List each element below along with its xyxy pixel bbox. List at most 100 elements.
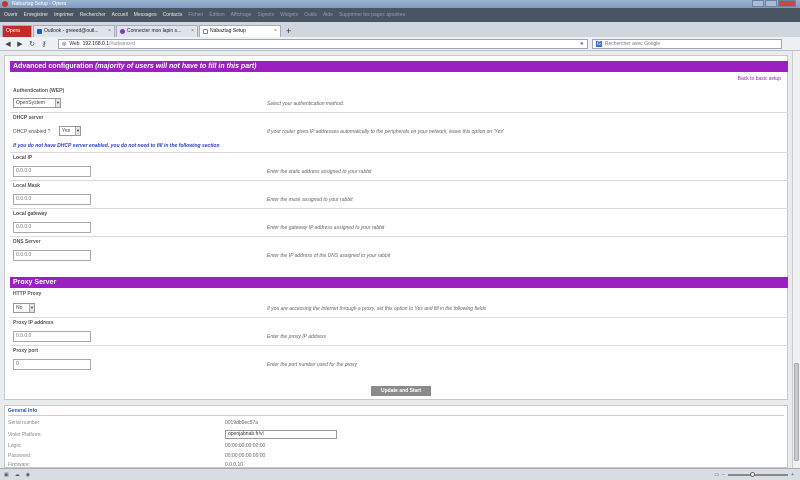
proxy-ip-help: Enter the proxy IP address bbox=[267, 334, 327, 340]
update-and-start-button[interactable]: Update and Start bbox=[371, 386, 431, 396]
close-tab-icon[interactable]: × bbox=[191, 26, 194, 37]
serial-value: 0019db9ec57a bbox=[225, 420, 259, 426]
close-tab-icon[interactable]: × bbox=[274, 26, 277, 37]
password-value: 00:00:00:00:00:00 bbox=[225, 453, 266, 459]
local-ip-label: Local IP bbox=[13, 155, 33, 161]
back-to-basic-link[interactable]: Back to basic setup bbox=[738, 76, 781, 82]
zoom-out-icon[interactable]: − bbox=[722, 472, 725, 478]
url-path: /#advanced bbox=[109, 40, 135, 47]
auth-select[interactable]: OpenSystem ▼ bbox=[13, 98, 61, 108]
dhcp-select[interactable]: Yes ▼ bbox=[59, 126, 81, 136]
proxy-ip-input[interactable]: 0.0.0.0 bbox=[13, 331, 91, 342]
zoom-knob[interactable] bbox=[750, 472, 756, 477]
auth-help: Select your authentication method. bbox=[267, 101, 344, 107]
http-proxy-help: If you are accessing the Internet throug… bbox=[267, 306, 487, 312]
toolbar-open[interactable]: Ouvrir bbox=[4, 12, 18, 18]
toolbar-print[interactable]: Imprimer bbox=[54, 12, 74, 18]
general-info-title: General Info bbox=[8, 408, 38, 414]
maximize-button[interactable] bbox=[765, 0, 777, 7]
login-label: Login: bbox=[8, 443, 22, 449]
dhcp-note: If you do not have DHCP server enabled, … bbox=[13, 143, 220, 149]
opera-logo-icon bbox=[2, 1, 8, 7]
menu-view[interactable]: Affichage bbox=[231, 12, 252, 18]
proxy-port-input[interactable]: 0 bbox=[13, 359, 91, 370]
advanced-config-title: Advanced configuration bbox=[13, 63, 94, 70]
search-field[interactable]: G Rechercher avec Google bbox=[592, 38, 782, 49]
dns-label: DNS Server bbox=[13, 239, 41, 245]
local-mask-input[interactable]: 0.0.0.0 bbox=[13, 194, 91, 205]
local-ip-input[interactable]: 0.0.0.0 bbox=[13, 166, 91, 177]
local-gateway-label: Local gateway bbox=[13, 211, 48, 217]
close-tab-icon[interactable]: × bbox=[108, 26, 111, 37]
menu-help[interactable]: Aide bbox=[323, 12, 333, 18]
advanced-config-subtitle: (majority of users will not have to fill… bbox=[95, 63, 257, 70]
navigation-bar: ◀ ▶ ↻ ⚷ ◎ Web 192.168.0.1 /#advanced ★ G… bbox=[0, 37, 800, 51]
new-tab-button[interactable]: + bbox=[282, 25, 295, 37]
menu-tools[interactable]: Outils bbox=[304, 12, 317, 18]
toolbar-save[interactable]: Enregistrer bbox=[24, 12, 48, 18]
toolbar-search[interactable]: Rechercher bbox=[80, 12, 106, 18]
opera-menu-button[interactable]: Opera bbox=[2, 25, 32, 37]
scrollbar-thumb[interactable] bbox=[794, 363, 799, 461]
key-icon[interactable]: ⚷ bbox=[40, 40, 48, 48]
minimize-button[interactable] bbox=[752, 0, 764, 7]
reload-icon[interactable]: ↻ bbox=[28, 40, 36, 48]
bookmark-star-icon[interactable]: ★ bbox=[580, 41, 584, 47]
dhcp-label: DHCP server bbox=[13, 115, 44, 121]
dhcp-select-value: Yes bbox=[62, 128, 71, 134]
zoom-in-icon[interactable]: + bbox=[791, 472, 794, 478]
unite-icon[interactable]: ◉ bbox=[26, 472, 30, 478]
http-proxy-select[interactable]: No ▼ bbox=[13, 303, 35, 313]
proxy-port-help: Enter the port number used for the proxy bbox=[267, 362, 358, 368]
auth-label: Authentication (WEP) bbox=[13, 88, 65, 94]
local-mask-help: Enter the mask assigned to your rabbit bbox=[267, 197, 353, 203]
dns-help: Enter the IP address of the DNS assigned… bbox=[267, 253, 391, 259]
view-icon[interactable]: ▭ bbox=[714, 472, 719, 478]
divider bbox=[10, 317, 788, 318]
rabbit-site-icon bbox=[120, 29, 125, 34]
back-arrow-icon[interactable]: ◀ bbox=[4, 40, 12, 48]
toolbar-right-text[interactable]: Supprimer les pages ajoutées bbox=[339, 12, 405, 18]
toolbar-messages[interactable]: Messages bbox=[134, 12, 157, 18]
panel-toggle-icon[interactable]: ▣ bbox=[4, 472, 9, 478]
login-value: 00:00:00:00:00:00 bbox=[225, 443, 266, 449]
chevron-down-icon: ▼ bbox=[29, 304, 34, 312]
chevron-down-icon: ▼ bbox=[75, 127, 80, 135]
tab-label: Outlook - greeed@outl... bbox=[44, 28, 99, 34]
toolbar-contacts[interactable]: Contacts bbox=[163, 12, 183, 18]
url-domain: 192.168.0.1 bbox=[82, 40, 109, 47]
forward-arrow-icon[interactable]: ▶ bbox=[16, 40, 24, 48]
opera-menu-label: Opera bbox=[6, 28, 20, 34]
violet-platform-input[interactable]: openjabnab.fr/vl bbox=[225, 430, 337, 439]
dns-input[interactable]: 0.0.0.0 bbox=[13, 250, 91, 261]
proxy-server-title: Proxy Server bbox=[13, 279, 57, 286]
menu-file[interactable]: Fichier bbox=[188, 12, 203, 18]
password-label: Password: bbox=[8, 453, 32, 459]
close-button[interactable] bbox=[778, 0, 796, 7]
menu-widgets[interactable]: Widgets bbox=[280, 12, 298, 18]
divider bbox=[10, 180, 788, 181]
outlook-icon bbox=[37, 29, 42, 34]
page-scrollbar[interactable] bbox=[792, 51, 800, 468]
cloud-icon[interactable]: ☁ bbox=[15, 472, 20, 478]
zoom-slider[interactable] bbox=[728, 472, 789, 477]
search-placeholder: Rechercher avec Google bbox=[604, 40, 661, 47]
page-content: Advanced configuration (majority of user… bbox=[4, 55, 788, 400]
tab-connect-rabbit[interactable]: Connecter mon lapin s... × bbox=[116, 25, 198, 37]
menu-bookmarks[interactable]: Signets bbox=[257, 12, 274, 18]
toolbar: Ouvrir Enregistrer Imprimer Rechercher A… bbox=[0, 8, 800, 22]
divider bbox=[10, 345, 788, 346]
toolbar-home[interactable]: Accueil bbox=[112, 12, 128, 18]
divider bbox=[10, 112, 788, 113]
dhcp-enabled-label: DHCP enabled ? bbox=[13, 129, 51, 135]
tab-outlook[interactable]: Outlook - greeed@outl... × bbox=[33, 25, 115, 37]
google-icon[interactable]: G bbox=[596, 40, 602, 47]
web-globe-icon: ◎ bbox=[62, 40, 67, 47]
address-field[interactable]: ◎ Web 192.168.0.1 /#advanced ★ bbox=[58, 38, 588, 49]
tab-nabaztag-setup[interactable]: Nabaztag Setup × bbox=[199, 25, 281, 37]
local-gateway-input[interactable]: 0.0.0.0 bbox=[13, 222, 91, 233]
proxy-ip-label: Proxy IP address bbox=[13, 320, 54, 326]
status-bar: ▣ ☁ ◉ ▭ − + bbox=[0, 468, 800, 480]
menu-edit[interactable]: Édition bbox=[209, 12, 224, 18]
divider bbox=[10, 208, 788, 209]
